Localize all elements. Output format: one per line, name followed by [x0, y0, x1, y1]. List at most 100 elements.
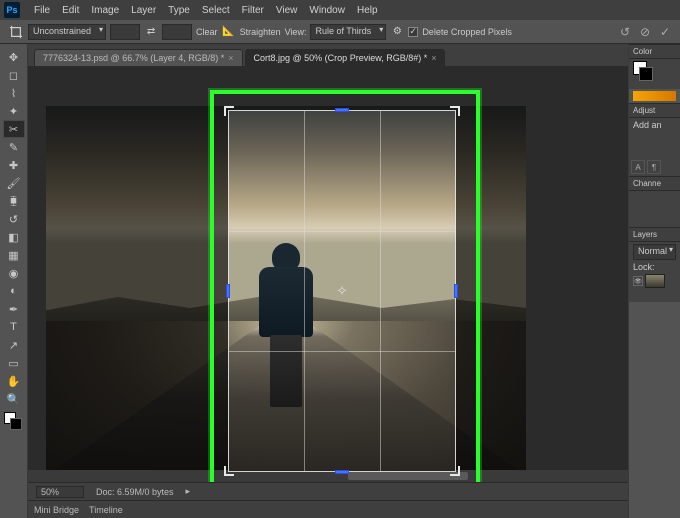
tool-preset-strip: A ¶	[629, 158, 680, 176]
options-bar: Unconstrained ⇄ Clear 📐 Straighten View:…	[0, 20, 680, 44]
adjustments-panel[interactable]: Add an	[629, 118, 680, 158]
reset-crop-icon[interactable]: ↺	[618, 25, 632, 39]
menu-type[interactable]: Type	[162, 3, 196, 18]
hand-tool[interactable]: ✋	[3, 372, 25, 390]
canvas[interactable]: ✧	[28, 66, 628, 482]
blend-mode-dropdown[interactable]: Normal	[633, 244, 676, 260]
crop-handle-t[interactable]	[335, 108, 349, 112]
titlebar: Ps File Edit Image Layer Type Select Fil…	[0, 0, 680, 20]
bottom-panel-tabs: Mini Bridge Timeline	[28, 500, 628, 518]
crop-handle-b[interactable]	[335, 470, 349, 474]
grid-v2	[380, 111, 381, 471]
crop-handle-tr[interactable]	[450, 106, 460, 116]
layers-panel-tab[interactable]: Layers	[629, 227, 680, 242]
menu-help[interactable]: Help	[351, 3, 384, 18]
crop-handle-bl[interactable]	[224, 466, 234, 476]
layers-panel[interactable]: Normal Lock: 👁	[629, 242, 680, 302]
color-ramp[interactable]	[633, 91, 676, 101]
menu-image[interactable]: Image	[85, 3, 125, 18]
doc-tab-1[interactable]: 7776324-13.psd @ 66.7% (Layer 4, RGB/8) …	[34, 49, 243, 66]
eyedropper-tool[interactable]: ✎	[3, 138, 25, 156]
doc-tab-label: Cort8.jpg @ 50% (Crop Preview, RGB/8#) *	[254, 53, 428, 63]
cancel-crop-icon[interactable]: ⊘	[638, 25, 652, 39]
straighten-label[interactable]: Straighten	[240, 27, 281, 37]
grid-h1	[229, 231, 455, 232]
doc-info: Doc: 6.59M/0 bytes	[96, 487, 174, 497]
gear-icon[interactable]: ⚙	[390, 25, 404, 39]
crop-height-input[interactable]	[162, 24, 192, 40]
stamp-tool[interactable]: ⧯	[3, 192, 25, 210]
ratio-mode-dropdown[interactable]: Unconstrained	[28, 24, 106, 40]
background-swatch[interactable]	[10, 418, 22, 430]
menu-edit[interactable]: Edit	[56, 3, 85, 18]
channels-panel[interactable]	[629, 191, 680, 227]
healing-tool[interactable]: ✚	[3, 156, 25, 174]
tab-mini-bridge[interactable]: Mini Bridge	[34, 505, 79, 515]
overlay-dropdown[interactable]: Rule of Thirds	[310, 24, 386, 40]
brush-tool[interactable]: 🖌	[3, 174, 25, 192]
crop-handle-br[interactable]	[450, 466, 460, 476]
color-panel-tab[interactable]: Color	[629, 44, 680, 59]
menu-window[interactable]: Window	[303, 3, 351, 18]
grid-h2	[229, 351, 455, 352]
menu-view[interactable]: View	[270, 3, 304, 18]
pen-tool[interactable]: ✒	[3, 300, 25, 318]
move-tool[interactable]: ✥	[3, 48, 25, 66]
wand-tool[interactable]: ✦	[3, 102, 25, 120]
info-arrow-icon[interactable]: ▸	[186, 486, 191, 497]
type-tool[interactable]: T	[3, 318, 25, 336]
visibility-icon[interactable]: 👁	[633, 276, 643, 286]
blur-tool[interactable]: ◉	[3, 264, 25, 282]
app-logo: Ps	[4, 2, 20, 18]
crop-handle-tl[interactable]	[224, 106, 234, 116]
grid-v1	[304, 111, 305, 471]
gradient-tool[interactable]: ▦	[3, 246, 25, 264]
shape-tool[interactable]: ▭	[3, 354, 25, 372]
commit-crop-icon[interactable]: ✓	[658, 25, 672, 39]
menu-layer[interactable]: Layer	[125, 3, 162, 18]
layer-row[interactable]: 👁	[633, 274, 676, 288]
eraser-tool[interactable]: ◧	[3, 228, 25, 246]
straighten-icon[interactable]: 📐	[222, 25, 236, 39]
close-icon[interactable]: ×	[228, 53, 233, 63]
clear-button[interactable]: Clear	[196, 27, 218, 37]
channels-panel-tab[interactable]: Channe	[629, 176, 680, 191]
dodge-tool[interactable]: ◐	[3, 282, 25, 300]
layer-thumbnail[interactable]	[645, 274, 665, 288]
path-tool[interactable]: ↗	[3, 336, 25, 354]
icon-a[interactable]: A	[631, 160, 645, 174]
lasso-tool[interactable]: ⌇	[3, 84, 25, 102]
crop-tool[interactable]: ✂	[3, 120, 25, 138]
swap-dims-icon[interactable]: ⇄	[144, 25, 158, 39]
history-brush-tool[interactable]: ↺	[3, 210, 25, 228]
icon-p[interactable]: ¶	[647, 160, 661, 174]
lock-label: Lock:	[633, 262, 676, 272]
crop-handle-r[interactable]	[454, 284, 458, 298]
tab-timeline[interactable]: Timeline	[89, 505, 123, 515]
menu-select[interactable]: Select	[196, 3, 236, 18]
close-icon[interactable]: ×	[431, 53, 436, 63]
crop-tool-icon	[8, 24, 24, 40]
crop-box[interactable]: ✧	[228, 110, 456, 472]
add-adjustment-label: Add an	[633, 120, 662, 130]
delete-cropped-checkbox[interactable]	[408, 27, 418, 37]
crop-handle-l[interactable]	[226, 284, 230, 298]
color-swatches[interactable]	[4, 412, 24, 432]
doc-tab-label: 7776324-13.psd @ 66.7% (Layer 4, RGB/8) …	[43, 53, 224, 63]
doc-tab-2[interactable]: Cort8.jpg @ 50% (Crop Preview, RGB/8#) *…	[245, 49, 446, 66]
crop-center-icon: ✧	[336, 283, 348, 300]
document-tabs: 7776324-13.psd @ 66.7% (Layer 4, RGB/8) …	[28, 44, 628, 66]
status-bar: 50% Doc: 6.59M/0 bytes ▸	[28, 482, 628, 500]
color-panel[interactable]	[629, 59, 680, 89]
zoom-tool[interactable]: 🔍	[3, 390, 25, 408]
menu-filter[interactable]: Filter	[236, 3, 270, 18]
adjustments-panel-tab[interactable]: Adjust	[629, 103, 680, 118]
zoom-input[interactable]: 50%	[36, 486, 84, 498]
view-label: View:	[285, 27, 307, 37]
marquee-tool[interactable]: ◻	[3, 66, 25, 84]
panel-bg-swatch[interactable]	[639, 67, 653, 81]
delete-cropped-label: Delete Cropped Pixels	[422, 27, 512, 37]
menu-file[interactable]: File	[28, 3, 56, 18]
right-panels: Color Adjust Add an A ¶ Channe Layers No…	[628, 44, 680, 518]
crop-width-input[interactable]	[110, 24, 140, 40]
